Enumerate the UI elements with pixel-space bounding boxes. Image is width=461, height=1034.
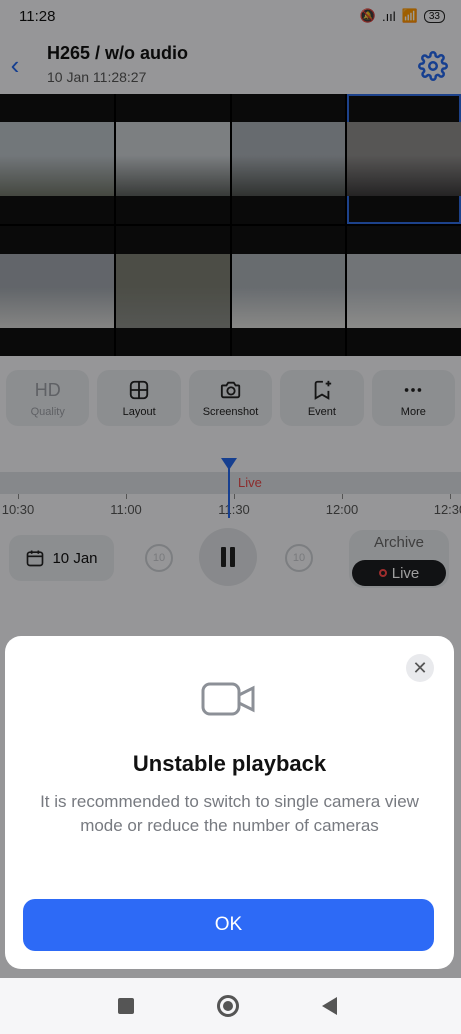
back-nav-icon[interactable]	[322, 997, 337, 1015]
unstable-playback-dialog: ✕ Unstable playback It is recommended to…	[5, 636, 454, 969]
ok-button[interactable]: OK	[23, 899, 434, 951]
video-camera-icon	[201, 682, 255, 716]
recents-icon[interactable]	[118, 998, 134, 1014]
dialog-message: It is recommended to switch to single ca…	[40, 792, 419, 835]
dialog-title: Unstable playback	[132, 751, 327, 776]
close-icon[interactable]: ✕	[406, 654, 434, 682]
system-nav-bar	[0, 978, 461, 1034]
home-icon[interactable]	[217, 995, 239, 1017]
